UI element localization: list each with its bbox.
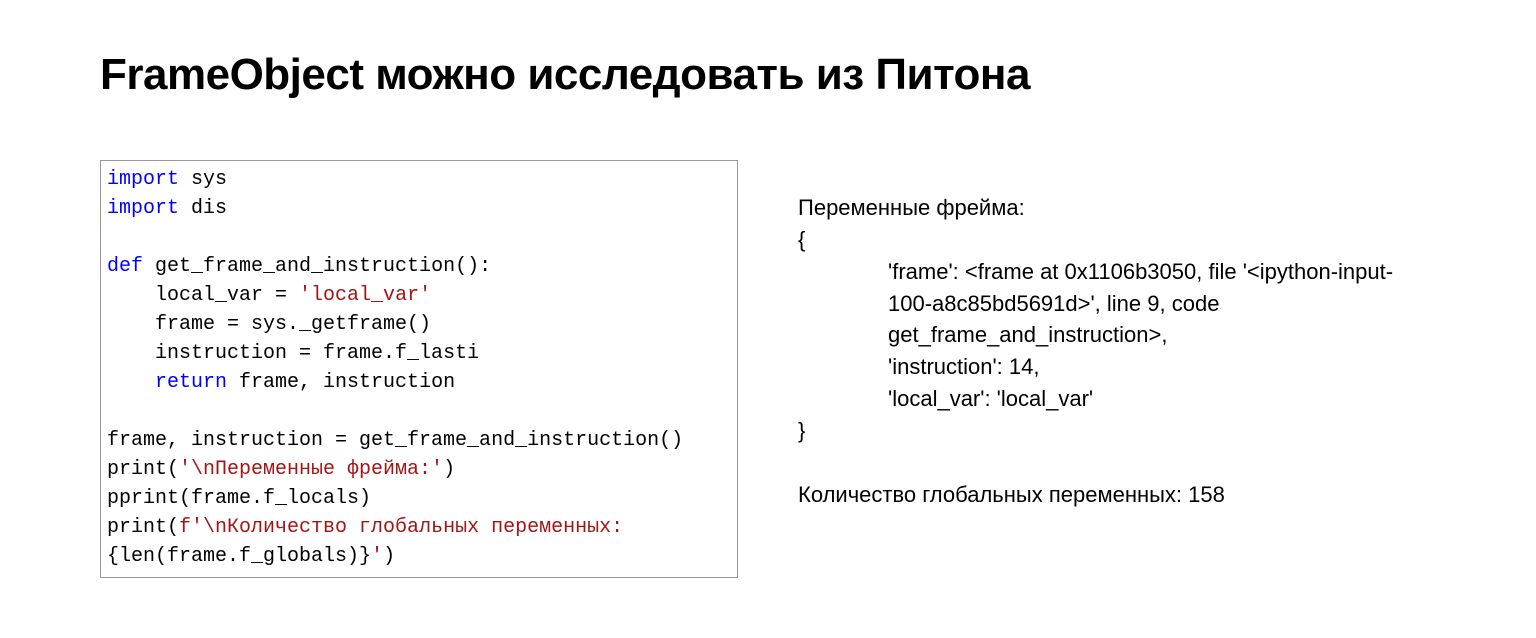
code-block: import sys import dis def get_frame_and_… (100, 160, 738, 578)
output-brace-open: { (798, 227, 805, 252)
keyword-def: def (107, 255, 143, 278)
slide-title: FrameObject можно исследовать из Питона (100, 50, 1436, 100)
fstring-text: Количество глобальных переменных: (227, 516, 635, 539)
code-text: print( (107, 516, 179, 539)
code-text: local_var = (107, 284, 299, 307)
output-instruction-line: 'instruction': 14, (798, 351, 1436, 383)
keyword-import: import (107, 197, 179, 220)
keyword-return: return (155, 371, 227, 394)
code-text: ) (443, 458, 455, 481)
code-text: frame, instruction (227, 371, 455, 394)
code-text (107, 371, 155, 394)
string-literal: ' (371, 545, 383, 568)
code-text: get_frame_and_instruction(): (143, 255, 491, 278)
code-text: frame, instruction = get_frame_and_instr… (107, 429, 683, 452)
code-text: print( (107, 458, 179, 481)
code-text: pprint(frame.f_locals) (107, 487, 371, 510)
code-text: dis (179, 197, 227, 220)
output-localvar-line: 'local_var': 'local_var' (798, 383, 1436, 415)
fstring-prefix: f'\n (179, 516, 227, 539)
code-text: sys (179, 168, 227, 191)
content-columns: import sys import dis def get_frame_and_… (100, 160, 1436, 578)
code-text: frame = sys._getframe() (107, 313, 431, 336)
code-text: instruction = frame.f_lasti (107, 342, 479, 365)
fstring-expr: {len(frame.f_globals)} (107, 545, 371, 568)
keyword-import: import (107, 168, 179, 191)
code-text: ) (383, 545, 395, 568)
output-globals-line: Количество глобальных переменных: 158 (798, 482, 1225, 507)
output-brace-close: } (798, 418, 805, 443)
string-literal: 'local_var' (299, 284, 431, 307)
output-header: Переменные фрейма: (798, 195, 1025, 220)
output-frame-line: 'frame': <frame at 0x1106b3050, file '<i… (798, 256, 1436, 352)
output-block: Переменные фрейма: { 'frame': <frame at … (798, 160, 1436, 543)
string-literal: '\nПеременные фрейма:' (179, 458, 443, 481)
slide: FrameObject можно исследовать из Питона … (0, 0, 1536, 638)
